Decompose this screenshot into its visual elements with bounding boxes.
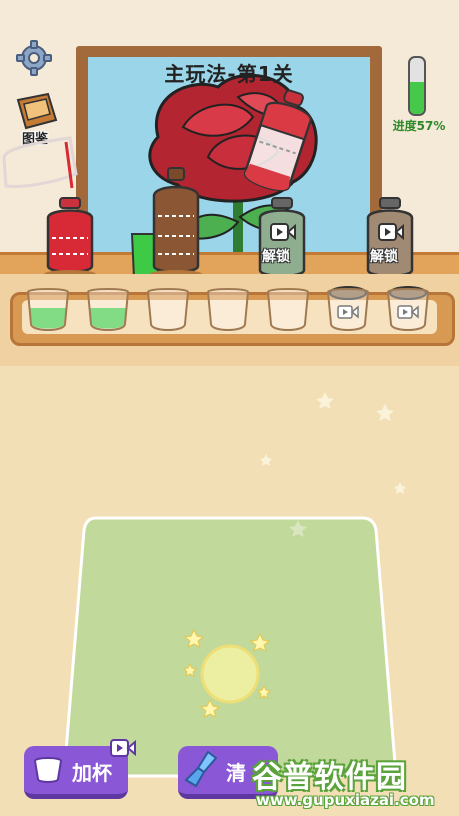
cup-icon — [33, 757, 63, 783]
locked-bottle-green[interactable]: 解锁 — [254, 196, 310, 282]
progress-fill — [410, 82, 424, 114]
cup-green[interactable] — [24, 284, 72, 334]
add-cup-label: 加杯 — [72, 761, 112, 785]
clear-label: 清 — [226, 761, 246, 785]
watermark-url: www.gupuxiazai.com — [256, 791, 435, 809]
brush-icon — [184, 750, 218, 788]
book-icon — [16, 92, 58, 130]
add-cup-button[interactable]: 加杯 — [24, 739, 136, 799]
video-icon — [270, 223, 296, 241]
bottle-brown[interactable] — [146, 166, 206, 280]
decor-stars — [260, 392, 406, 537]
level-title: 主玩法-第1关 — [164, 62, 294, 86]
video-icon — [110, 739, 136, 757]
unlock-label: 解锁 — [370, 249, 398, 265]
locked-bottle-brown[interactable]: 解锁 — [362, 196, 418, 282]
cup-locked[interactable] — [324, 284, 372, 334]
video-icon — [378, 223, 404, 241]
progress-bar — [408, 56, 426, 116]
cup-row — [24, 284, 444, 338]
cup-empty[interactable] — [204, 284, 252, 334]
cup-locked[interactable] — [384, 284, 432, 334]
progress-label: 进度57% — [392, 119, 446, 133]
cup-empty[interactable] — [264, 284, 312, 334]
cup-empty[interactable] — [144, 284, 192, 334]
cup-green[interactable] — [84, 284, 132, 334]
pouring-bottle — [244, 89, 312, 192]
watermark-title: 谷普软件园 — [252, 760, 407, 795]
unlock-label: 解锁 — [262, 249, 290, 265]
bottle-red[interactable] — [40, 196, 100, 280]
gear-icon[interactable] — [16, 40, 52, 76]
